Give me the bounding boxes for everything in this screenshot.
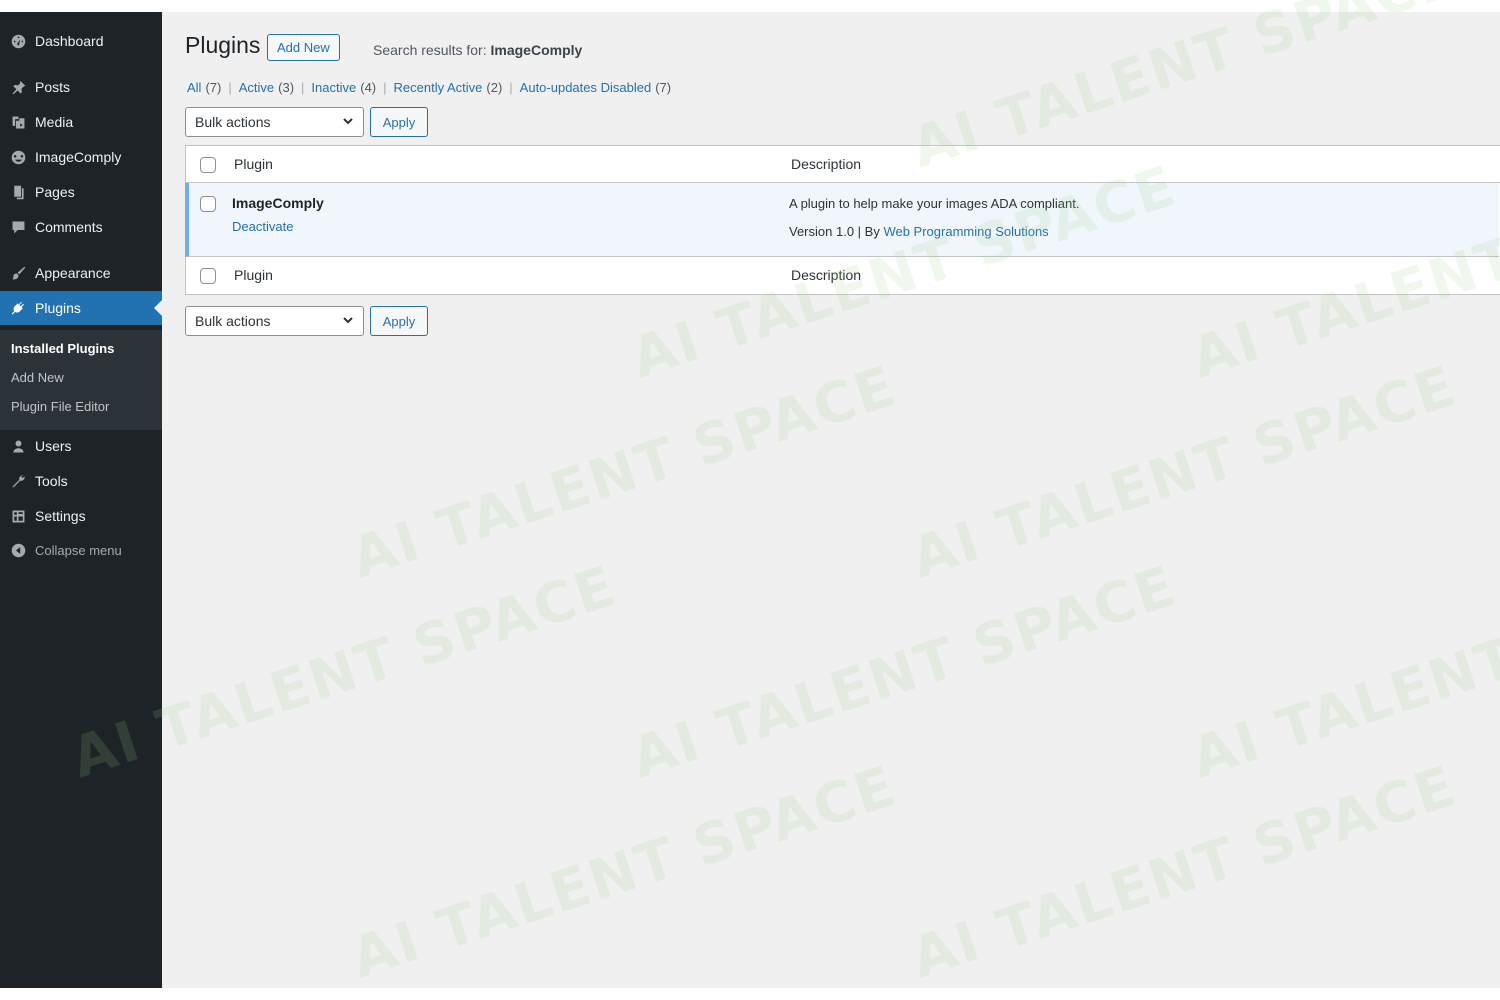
sidebar-item-imagecomply[interactable]: ImageComply [0, 140, 162, 174]
admin-sidebar: Dashboard Posts Media ImageComply Pages … [0, 12, 162, 988]
bulk-actions-select-top[interactable]: Bulk actions [185, 107, 364, 137]
sidebar-item-pages[interactable]: Pages [0, 175, 162, 209]
pushpin-icon [9, 78, 27, 96]
sidebar-item-label: Settings [35, 508, 86, 524]
main-content: Plugins Add New Search results for: Imag… [162, 12, 1500, 988]
sidebar-item-media[interactable]: Media [0, 105, 162, 139]
sidebar-item-tools[interactable]: Tools [0, 464, 162, 498]
filter-inactive[interactable]: Inactive (4) [311, 80, 376, 95]
media-icon [9, 113, 27, 131]
table-row: ImageComply Deactivate A plugin to help … [185, 183, 1499, 257]
plugin-author-link[interactable]: Web Programming Solutions [883, 224, 1048, 239]
column-header-plugin[interactable]: Plugin [234, 156, 273, 172]
plugin-version: Version 1.0 [789, 224, 855, 239]
sidebar-item-label: Tools [35, 473, 68, 489]
filter-separator: | [383, 80, 387, 95]
sidebar-item-dashboard[interactable]: Dashboard [0, 24, 162, 58]
filter-separator: | [228, 80, 232, 95]
sidebar-item-label: Appearance [35, 265, 111, 281]
bulk-actions-value: Bulk actions [195, 114, 271, 130]
sidebar-item-users[interactable]: Users [0, 429, 162, 463]
filter-auto-updates-disabled[interactable]: Auto-updates Disabled (7) [520, 80, 671, 95]
paintbrush-icon [9, 264, 27, 282]
select-all-checkbox-top[interactable] [200, 157, 216, 173]
chevron-down-icon [342, 114, 354, 130]
sidebar-item-label: Dashboard [35, 33, 104, 49]
sidebar-item-label: Comments [35, 219, 103, 235]
submenu-add-new[interactable]: Add New [11, 370, 64, 385]
comment-icon [9, 218, 27, 236]
submenu-plugin-file-editor[interactable]: Plugin File Editor [11, 399, 109, 414]
sidebar-item-plugins[interactable]: Plugins [0, 291, 162, 325]
sidebar-item-label: Users [35, 438, 72, 454]
column-header-description: Description [791, 156, 862, 172]
deactivate-link[interactable]: Deactivate [232, 219, 293, 234]
table-footer-row: Plugin Description [186, 257, 1500, 294]
plugin-meta: Version 1.0 | By Web Programming Solutio… [789, 224, 1049, 239]
filter-separator: | [509, 80, 513, 95]
collapse-menu-button[interactable]: Collapse menu [0, 533, 162, 567]
column-footer-description: Description [791, 267, 862, 283]
sidebar-item-label: Media [35, 114, 74, 130]
sidebar-item-label: Pages [35, 184, 75, 200]
select-all-checkbox-bottom[interactable] [200, 268, 216, 284]
filter-active[interactable]: Active (3) [239, 80, 294, 95]
plugin-status-filters: All (7) | Active (3) | Inactive (4) | Recen… [187, 80, 671, 95]
settings-icon [9, 507, 27, 525]
sidebar-item-settings[interactable]: Settings [0, 499, 162, 533]
sidebar-item-label: ImageComply [35, 149, 122, 165]
plugin-description: A plugin to help make your images ADA co… [789, 196, 1080, 211]
table-header-row: Plugin Description [186, 146, 1500, 183]
dashboard-icon [9, 32, 27, 50]
filter-separator: | [301, 80, 305, 95]
filter-recently-active[interactable]: Recently Active (2) [394, 80, 503, 95]
plugin-icon [9, 299, 27, 317]
wrench-icon [9, 472, 27, 490]
page-title: Plugins [185, 32, 261, 58]
sidebar-item-label: Collapse menu [35, 542, 122, 558]
imagecomply-icon [9, 148, 27, 166]
sidebar-item-comments[interactable]: Comments [0, 210, 162, 244]
search-results-label: Search results for: ImageComply [373, 42, 582, 58]
plugins-table: Plugin Description ImageComply Deactivat… [185, 145, 1500, 295]
sidebar-item-posts[interactable]: Posts [0, 70, 162, 104]
sidebar-item-appearance[interactable]: Appearance [0, 256, 162, 290]
plugin-name: ImageComply [232, 195, 324, 211]
bulk-actions-value: Bulk actions [195, 313, 271, 329]
search-term: ImageComply [490, 42, 583, 58]
submenu-installed-plugins[interactable]: Installed Plugins [11, 341, 114, 356]
collapse-icon [9, 541, 27, 559]
search-results-prefix: Search results for: [373, 42, 487, 58]
plugin-checkbox[interactable] [200, 196, 216, 212]
bulk-actions-select-bottom[interactable]: Bulk actions [185, 306, 364, 336]
plugins-submenu: Installed Plugins Add New Plugin File Ed… [0, 330, 162, 430]
sidebar-item-label: Posts [35, 79, 71, 95]
filter-all[interactable]: All (7) [187, 80, 221, 95]
sidebar-item-label: Plugins [35, 300, 81, 316]
column-footer-plugin[interactable]: Plugin [234, 267, 273, 283]
pages-icon [9, 183, 27, 201]
chevron-down-icon [342, 313, 354, 329]
plugin-by-label: By [864, 224, 880, 239]
apply-button-top[interactable]: Apply [370, 107, 428, 137]
users-icon [9, 437, 27, 455]
apply-button-bottom[interactable]: Apply [370, 306, 428, 336]
add-new-button[interactable]: Add New [267, 34, 340, 61]
